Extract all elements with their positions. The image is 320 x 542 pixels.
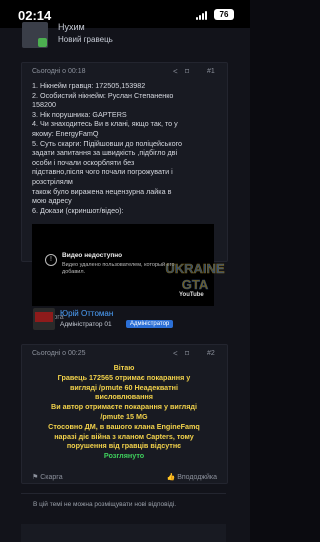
post-line: 5. Суть скарги: Підійшовши до поліцейськ… <box>32 138 183 148</box>
share-icon[interactable]: < <box>173 68 178 76</box>
post-line: порушення від гравців відсутнє <box>66 441 182 451</box>
bookmark-icon[interactable]: ⌑ <box>185 68 189 76</box>
post-line: 2. Особистий нікнейм: Руслан Степаненко <box>32 90 174 100</box>
post-line: 4. Чи знаходитесь Ви в клані, якщо так, … <box>32 119 178 129</box>
avatar[interactable] <box>22 22 48 48</box>
battery-icon: 76 <box>214 9 234 20</box>
post-header: Юрій Оттоман Адміністратор 01 Адміністра… <box>22 308 227 344</box>
post-line: 3. Нік порушника: GAPTERS <box>32 109 127 119</box>
watermark-line: GTA <box>182 277 209 292</box>
post-date[interactable]: Сьогодні о 00:25 <box>32 350 86 357</box>
post-line: Стосовно ДМ, в вашого клана EngineFamq <box>48 421 200 431</box>
post-line: Гравець 172565 отримає покарання у <box>57 372 191 382</box>
post-header: Нухим Новий гравець <box>22 22 222 56</box>
post-line: вигляді /pmute 60 Неадекватні <box>69 382 179 392</box>
watermark-logo: UKRAINE GTA <box>165 261 225 293</box>
thread-locked-notice: В цій темі не можна розміщувати нові від… <box>21 493 226 516</box>
user-role: Адміністратор 01 <box>60 321 112 328</box>
info-icon: ! <box>45 254 57 266</box>
post-line: /pmute 15 MG <box>100 411 148 421</box>
status-time: 02:14 <box>18 8 52 23</box>
complaint-label: Скарга <box>40 474 63 481</box>
share-icon[interactable]: < <box>173 350 178 358</box>
post-content: 1. Нікнейм гравця: 172505,153982 2. Особ… <box>32 81 222 215</box>
video-unavailable-title: Видео недоступно <box>62 252 123 259</box>
like-label: Впододжйка <box>177 474 217 481</box>
user-role: Новий гравець <box>58 35 113 44</box>
post-number[interactable]: #2 <box>207 350 215 357</box>
notice-text: В цій темі не можна розміщувати нові від… <box>33 501 177 508</box>
complaint-button[interactable]: ⚑ Скарга <box>32 473 63 481</box>
signal-icon <box>196 11 209 20</box>
post-line: 1. Нікнейм гравця: 172505,153982 <box>32 81 146 90</box>
bottom-bar <box>21 524 226 542</box>
post-line: 6. Докази (скриншот/відео): <box>32 205 124 215</box>
bookmark-icon[interactable]: ⌑ <box>185 350 189 358</box>
post-line: якому: EnergyFamQ <box>32 128 99 138</box>
online-badge <box>38 38 47 47</box>
post-line: особи і почали оскорбляти без <box>32 157 135 167</box>
post-author[interactable]: Юрій Оттоман <box>60 309 113 318</box>
post-line: мою адресу <box>32 196 72 206</box>
admin-badge: Адміністратор <box>126 320 174 328</box>
status-label: Розглянуто <box>103 451 145 461</box>
post-card: Сьогодні о 00:25 < ⌑ #2 Вітаю Гравець 17… <box>21 344 228 484</box>
post-content: Вітаю Гравець 172565 отримає покарання у… <box>30 363 218 461</box>
post-line: Ви автор отримаєте покарання у вигляді <box>51 402 197 412</box>
post-line: наразі діє війна з кланом Capters, тому <box>54 431 194 441</box>
post-line: підставно,після чого почали погрожувати … <box>32 167 173 177</box>
post-author[interactable]: Нухим <box>58 22 85 32</box>
post-line: розстрілялм <box>32 176 73 186</box>
post-number[interactable]: #1 <box>207 68 215 75</box>
post-date[interactable]: Сьогодні о 00:18 <box>32 68 86 75</box>
post-line: також було виражена нецензурна лайка в <box>32 186 172 196</box>
post-line: висловлювання <box>95 392 153 402</box>
like-button[interactable]: 👍 Впододжйка <box>167 473 217 481</box>
avatar[interactable] <box>33 308 55 330</box>
post-line: задати запитання за швидкість ,підбігло … <box>32 148 178 158</box>
post-line: Вітаю <box>113 363 135 372</box>
forum-thread: Нухим Новий гравець Сьогодні о 00:18 < ⌑… <box>0 22 250 542</box>
watermark-line: UKRAINE <box>165 261 225 276</box>
post-line: 158200 <box>32 100 56 110</box>
